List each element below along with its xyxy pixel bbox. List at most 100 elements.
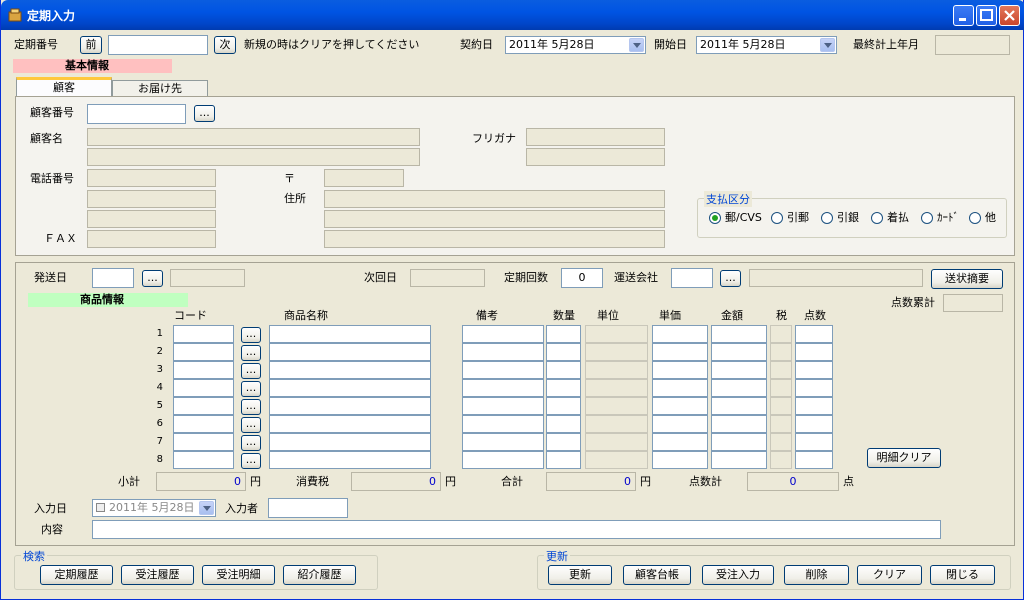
product-search-button[interactable]: ... [241,417,261,433]
code-cell[interactable] [173,361,234,379]
send-date-search-button[interactable]: ... [142,270,163,287]
order-entry-button[interactable]: 受注入力 [702,565,774,585]
payment-radio-4[interactable] [871,212,883,224]
product-name-cell[interactable] [269,325,431,343]
carrier-input[interactable] [671,268,713,288]
referral-history-button[interactable]: 紹介履歴 [283,565,356,585]
clear-button[interactable]: クリア [857,565,922,585]
product-search-button[interactable]: ... [241,435,261,451]
product-name-cell[interactable] [269,415,431,433]
product-name-cell[interactable] [269,451,431,469]
payment-option-2[interactable]: 引郵 [787,211,809,225]
qty-cell[interactable] [546,415,581,433]
customer-ledger-button[interactable]: 顧客台帳 [623,565,691,585]
checkbox-icon[interactable] [96,503,105,512]
qty-cell[interactable] [546,325,581,343]
code-cell[interactable] [173,415,234,433]
start-date-picker[interactable]: 2011年 5月28日 [696,36,837,54]
remarks-cell[interactable] [462,379,544,397]
order-history-button[interactable]: 受注履歴 [121,565,194,585]
product-name-cell[interactable] [269,379,431,397]
qty-cell[interactable] [546,343,581,361]
points-cell[interactable] [795,433,833,451]
product-search-button[interactable]: ... [241,363,261,379]
delete-button[interactable]: 削除 [784,565,849,585]
carrier-search-button[interactable]: ... [720,270,741,287]
amount-cell[interactable] [711,415,767,433]
remarks-cell[interactable] [462,325,544,343]
product-search-button[interactable]: ... [241,399,261,415]
tab-customer[interactable]: 顧客 [16,77,112,97]
points-cell[interactable] [795,415,833,433]
chevron-down-icon[interactable] [629,38,644,52]
minimize-button[interactable] [953,5,974,26]
amount-cell[interactable] [711,379,767,397]
contract-no-input[interactable] [108,35,208,55]
title-bar[interactable]: 定期入力 [1,0,1024,30]
points-cell[interactable] [795,379,833,397]
send-date-input[interactable] [92,268,134,288]
payment-option-3[interactable]: 引銀 [837,211,859,225]
qty-cell[interactable] [546,379,581,397]
payment-radio-2[interactable] [771,212,783,224]
remarks-cell[interactable] [462,433,544,451]
product-name-cell[interactable] [269,343,431,361]
unit-price-cell[interactable] [652,379,708,397]
times-input[interactable]: 0 [561,268,603,288]
payment-option-4[interactable]: 着払 [887,211,909,225]
amount-cell[interactable] [711,397,767,415]
content-input[interactable] [92,520,941,539]
amount-cell[interactable] [711,433,767,451]
unit-price-cell[interactable] [652,397,708,415]
detail-clear-button[interactable]: 明細クリア [867,448,941,468]
qty-cell[interactable] [546,433,581,451]
points-cell[interactable] [795,361,833,379]
prev-button[interactable]: 前 [80,36,102,54]
points-cell[interactable] [795,397,833,415]
product-search-button[interactable]: ... [241,345,261,361]
entry-date-picker[interactable]: 2011年 5月28日 [92,499,216,517]
code-cell[interactable] [173,433,234,451]
amount-cell[interactable] [711,451,767,469]
contract-history-button[interactable]: 定期履歴 [40,565,113,585]
payment-radio-6[interactable] [969,212,981,224]
product-name-cell[interactable] [269,397,431,415]
payment-radio-3[interactable] [821,212,833,224]
order-detail-button[interactable]: 受注明細 [202,565,275,585]
chevron-down-icon[interactable] [820,38,835,52]
update-button[interactable]: 更新 [548,565,612,585]
qty-cell[interactable] [546,361,581,379]
unit-price-cell[interactable] [652,415,708,433]
entry-person-input[interactable] [268,498,348,518]
remarks-cell[interactable] [462,397,544,415]
unit-price-cell[interactable] [652,451,708,469]
code-cell[interactable] [173,451,234,469]
payment-option-1[interactable]: 郵/CVS [725,211,762,225]
qty-cell[interactable] [546,451,581,469]
points-cell[interactable] [795,451,833,469]
remarks-cell[interactable] [462,451,544,469]
product-search-button[interactable]: ... [241,381,261,397]
code-cell[interactable] [173,343,234,361]
qty-cell[interactable] [546,397,581,415]
product-name-cell[interactable] [269,433,431,451]
points-cell[interactable] [795,325,833,343]
product-search-button[interactable]: ... [241,453,261,469]
chevron-down-icon[interactable] [199,501,214,515]
remarks-cell[interactable] [462,361,544,379]
code-cell[interactable] [173,325,234,343]
code-cell[interactable] [173,379,234,397]
close-button[interactable] [999,5,1020,26]
customer-no-input[interactable] [87,104,186,124]
remarks-cell[interactable] [462,415,544,433]
payment-radio-5[interactable] [921,212,933,224]
product-name-cell[interactable] [269,361,431,379]
unit-price-cell[interactable] [652,361,708,379]
next-button[interactable]: 次 [214,36,236,54]
amount-cell[interactable] [711,325,767,343]
product-search-button[interactable]: ... [241,327,261,343]
code-cell[interactable] [173,397,234,415]
points-cell[interactable] [795,343,833,361]
unit-price-cell[interactable] [652,343,708,361]
amount-cell[interactable] [711,343,767,361]
